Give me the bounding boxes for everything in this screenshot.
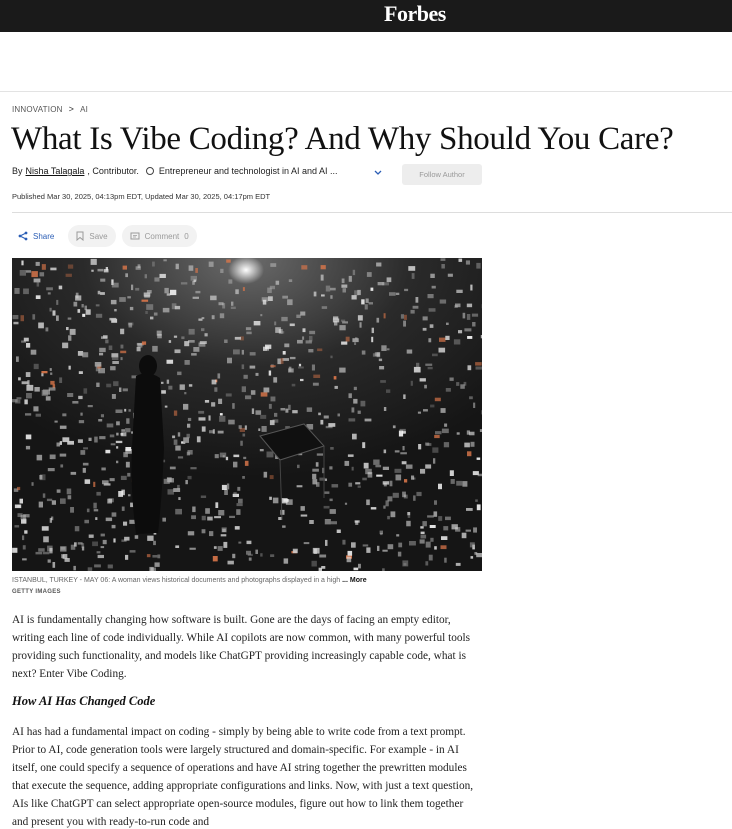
byline-by: By (12, 166, 23, 176)
share-button[interactable]: Share (12, 225, 62, 247)
bookmark-icon (76, 231, 84, 241)
info-icon (145, 167, 154, 175)
top-nav-bar: Forbes (0, 0, 732, 32)
author-role: , Contributor. (87, 166, 139, 176)
divider (12, 212, 732, 213)
image-credit: GETTY IMAGES (12, 589, 61, 595)
breadcrumb: INNOVATION > AI (12, 104, 88, 114)
article-title: What Is Vibe Coding? And Why Should You … (11, 121, 674, 157)
breadcrumb-innovation[interactable]: INNOVATION (12, 105, 63, 114)
publish-date: Published Mar 30, 2025, 04:13pm EDT, Upd… (12, 192, 271, 201)
share-icon (18, 231, 28, 241)
comment-count: 0 (184, 231, 189, 241)
author-link[interactable]: Nisha Talagala (26, 166, 85, 176)
follow-author-button[interactable]: Follow Author (402, 164, 482, 185)
breadcrumb-ai[interactable]: AI (80, 105, 88, 114)
caption-more-link[interactable]: ... More (342, 577, 367, 584)
article-subheading: How AI Has Changed Code (12, 694, 156, 708)
share-label: Share (33, 231, 55, 241)
article-actions: Share Save Comment 0 (12, 225, 197, 247)
chevron-down-icon[interactable] (374, 168, 382, 178)
comment-label: Comment (144, 231, 180, 241)
caption-text: ISTANBUL, TURKEY - MAY 06: A woman views… (12, 577, 341, 584)
ad-banner-space (0, 32, 732, 92)
comment-button[interactable]: Comment 0 (121, 225, 197, 247)
author-bio: Entrepreneur and technologist in AI and … (158, 166, 338, 176)
article-paragraph: AI has had a fundamental impact on codin… (12, 726, 474, 828)
save-label: Save (89, 231, 108, 241)
breadcrumb-separator: > (68, 104, 75, 114)
image-caption: ISTANBUL, TURKEY - MAY 06: A woman views… (12, 577, 482, 584)
article-paragraph: AI is fundamentally changing how softwar… (12, 614, 471, 680)
save-button[interactable]: Save (68, 225, 116, 247)
hero-image (12, 258, 482, 571)
forbes-logo[interactable]: Forbes (384, 1, 446, 27)
comment-icon (130, 232, 140, 241)
byline: By Nisha Talagala , Contributor. Entrepr… (12, 166, 338, 176)
